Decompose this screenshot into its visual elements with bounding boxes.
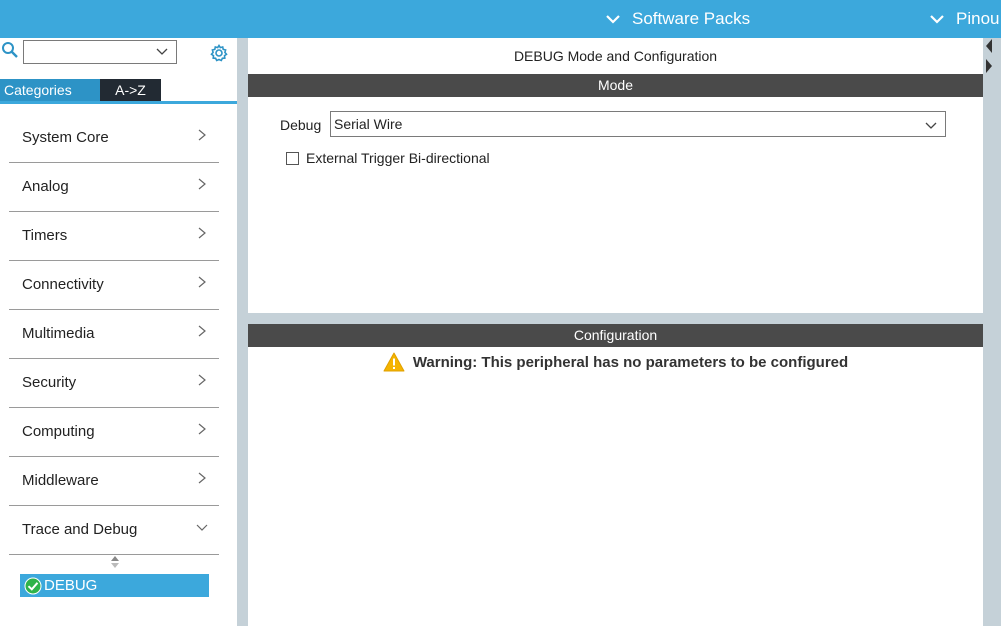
software-packs-label: Software Packs (632, 9, 751, 28)
search-input[interactable] (23, 40, 177, 64)
category-label: Trace and Debug (22, 521, 138, 538)
search-row (0, 38, 237, 76)
category-computing[interactable]: Computing (9, 408, 219, 457)
section-divider (248, 313, 983, 324)
peripheral-item-label: DEBUG (44, 577, 98, 594)
category-label: Connectivity (22, 276, 104, 293)
chevron-right-icon (198, 325, 206, 337)
chevron-right-icon (198, 423, 206, 435)
warning-icon (383, 352, 405, 372)
chevron-down-icon (196, 524, 208, 531)
chevron-down-icon (606, 15, 620, 24)
category-analog[interactable]: Analog (9, 163, 219, 212)
category-system-core[interactable]: System Core (9, 114, 219, 163)
right-collapse-bar (983, 38, 1001, 626)
configuration-section-header: Configuration (248, 324, 983, 347)
mode-section-header: Mode (248, 74, 983, 97)
external-trigger-label: External Trigger Bi-directional (306, 150, 490, 166)
sort-icon[interactable] (110, 555, 120, 569)
category-label: System Core (22, 129, 109, 146)
category-tabs: Categories A->Z (0, 79, 161, 101)
external-trigger-row[interactable]: External Trigger Bi-directional (286, 150, 490, 166)
category-trace-and-debug[interactable]: Trace and Debug (9, 506, 219, 555)
category-security[interactable]: Security (9, 359, 219, 408)
software-packs-menu[interactable]: Software Packs (604, 0, 750, 38)
category-label: Timers (22, 227, 68, 244)
tabs-underline (0, 101, 237, 104)
category-timers[interactable]: Timers (9, 212, 219, 261)
debug-select[interactable]: Serial Wire (330, 111, 946, 137)
warning-text: Warning: This peripheral has no paramete… (412, 353, 849, 371)
gear-icon[interactable] (209, 43, 229, 63)
category-label: Security (22, 374, 77, 391)
chevron-down-icon (925, 122, 937, 129)
chevron-right-icon (198, 276, 206, 288)
category-list: System Core Analog Timers Connectivity M… (9, 114, 219, 555)
peripheral-item-debug[interactable]: DEBUG (20, 574, 209, 597)
categories-panel: Categories A->Z System Core Analog Timer… (0, 38, 237, 626)
debug-label: Debug (280, 117, 322, 133)
tab-a-to-z[interactable]: A->Z (100, 79, 161, 101)
category-multimedia[interactable]: Multimedia (9, 310, 219, 359)
top-menu-bar: Software Packs Pinou (0, 0, 1001, 38)
search-icon[interactable] (1, 41, 19, 59)
tab-categories[interactable]: Categories (0, 79, 100, 101)
category-label: Computing (22, 423, 95, 440)
category-connectivity[interactable]: Connectivity (9, 261, 219, 310)
pinout-label: Pinou (956, 9, 1000, 28)
warning-message: Warning: This peripheral has no paramete… (248, 352, 983, 372)
chevron-right-icon (198, 227, 206, 239)
main-panel: DEBUG Mode and Configuration Mode Debug … (248, 38, 983, 626)
chevron-right-icon (198, 472, 206, 484)
expand-right-icon[interactable] (985, 58, 993, 74)
check-circle-icon (24, 577, 42, 594)
chevron-right-icon (198, 374, 206, 386)
page-title: DEBUG Mode and Configuration (513, 48, 718, 64)
debug-select-value: Serial Wire (334, 116, 403, 132)
category-label: Analog (22, 178, 69, 195)
chevron-right-icon (198, 129, 206, 141)
category-middleware[interactable]: Middleware (9, 457, 219, 506)
category-label: Middleware (22, 472, 99, 489)
chevron-right-icon (198, 178, 206, 190)
pinout-menu[interactable]: Pinou (928, 0, 999, 38)
panel-splitter[interactable] (237, 38, 248, 626)
category-label: Multimedia (22, 325, 95, 342)
external-trigger-checkbox[interactable] (286, 151, 299, 165)
chevron-down-icon[interactable] (156, 44, 168, 58)
collapse-left-icon[interactable] (985, 38, 993, 54)
chevron-down-icon (930, 15, 944, 24)
